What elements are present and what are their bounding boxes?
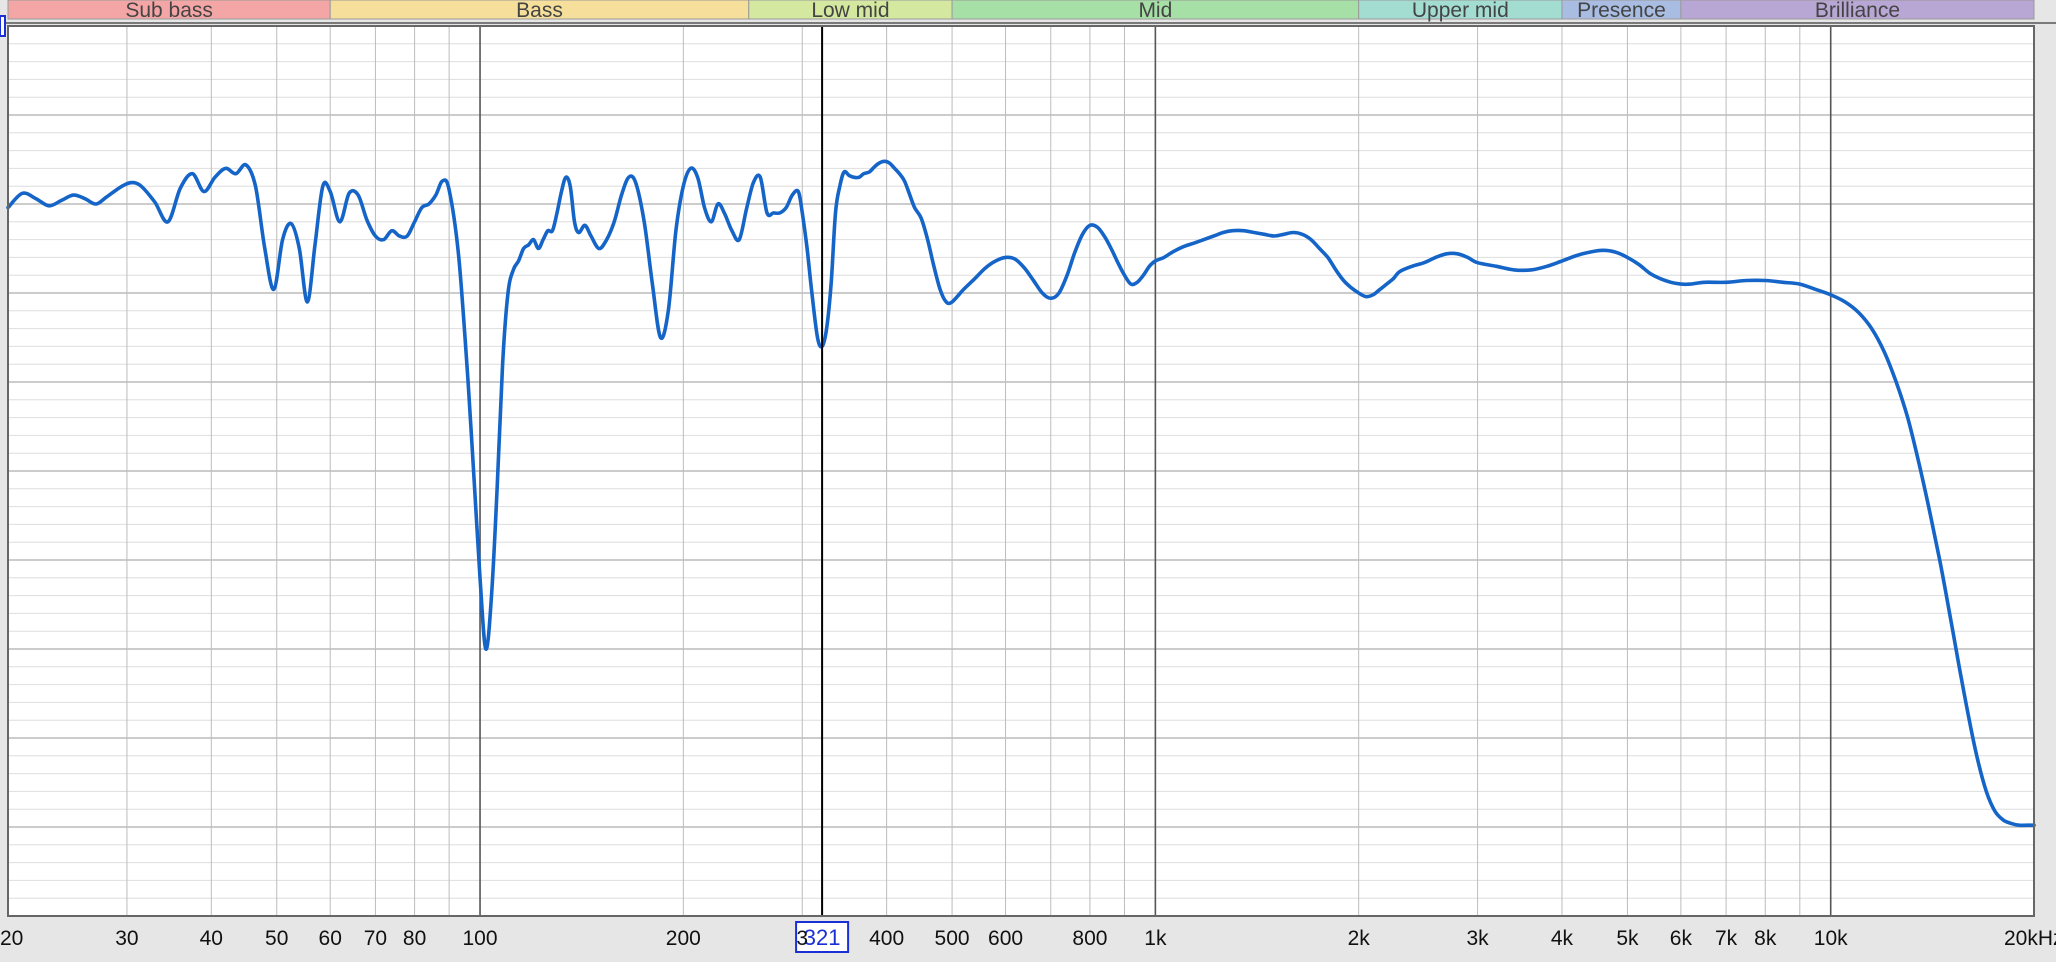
x-tick-label-70: 70 [364, 927, 387, 950]
band-label-upper-mid: Upper mid [1412, 0, 1509, 22]
x-tick-label-7k: 7k [1715, 927, 1738, 950]
frequency-response-chart: Sub bass Bass Low mid Mid Upper mid Presence B… [0, 0, 2056, 962]
x-axis: 20 30 40 50 60 70 80 100 200 3 400 500 600 800 1k 2k 3k 4… [0, 927, 2056, 950]
x-tick-label-20khz: 20kHz [2004, 927, 2056, 950]
x-tick-label-10k: 10k [1814, 927, 1848, 950]
band-label-bass: Bass [516, 0, 563, 22]
x-tick-label-6k: 6k [1670, 927, 1693, 950]
band-label-low-mid: Low mid [811, 0, 889, 22]
x-tick-label-3k: 3k [1466, 927, 1489, 950]
corner-marker [0, 15, 6, 37]
x-tick-label-20: 20 [0, 927, 23, 950]
x-tick-label-40: 40 [200, 927, 223, 950]
x-tick-label-3: 3 [796, 927, 808, 950]
chart-svg[interactable]: Sub bass Bass Low mid Mid Upper mid Presence B… [0, 0, 2056, 962]
cursor-label: 321 [804, 925, 841, 950]
x-tick-label-60: 60 [319, 927, 342, 950]
band-strip: Sub bass Bass Low mid Mid Upper mid Presence B… [0, 0, 2056, 24]
x-tick-label-5k: 5k [1616, 927, 1639, 950]
band-label-sub-bass: Sub bass [125, 0, 213, 22]
x-tick-label-400: 400 [869, 927, 904, 950]
band-label-brilliance: Brilliance [1815, 0, 1900, 22]
x-tick-label-100: 100 [463, 927, 498, 950]
x-tick-label-500: 500 [935, 927, 970, 950]
x-tick-label-600: 600 [988, 927, 1023, 950]
x-tick-label-200: 200 [666, 927, 701, 950]
band-label-presence: Presence [1577, 0, 1666, 22]
band-label-mid: Mid [1138, 0, 1172, 22]
x-tick-label-80: 80 [403, 927, 426, 950]
x-tick-label-2k: 2k [1348, 927, 1371, 950]
x-tick-label-1k: 1k [1144, 927, 1167, 950]
x-tick-label-30: 30 [115, 927, 138, 950]
x-tick-label-50: 50 [265, 927, 288, 950]
x-tick-label-4k: 4k [1551, 927, 1574, 950]
x-tick-label-800: 800 [1072, 927, 1107, 950]
x-tick-label-8k: 8k [1754, 927, 1777, 950]
